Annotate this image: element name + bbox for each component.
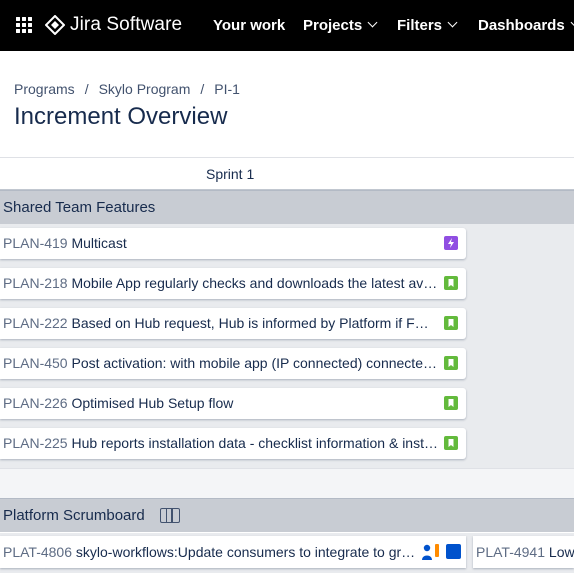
- issue-card[interactable]: PLAT-4941 Low: [473, 536, 574, 568]
- page-title: Increment Overview: [14, 103, 228, 130]
- chevron-down-icon: [570, 17, 574, 28]
- epic-lightning-icon: [444, 236, 458, 250]
- issue-card[interactable]: PLAT-4806 skylo-workflows:Update consume…: [0, 536, 466, 568]
- sprint-label: Sprint 1: [206, 166, 255, 182]
- swimlane-divider: [0, 468, 574, 498]
- issue-summary: Multicast: [71, 235, 127, 251]
- breadcrumb-pi-1[interactable]: PI-1: [214, 81, 240, 97]
- nav-filters[interactable]: Filters: [397, 0, 458, 51]
- issue-key[interactable]: PLAN-419: [3, 235, 68, 251]
- nav-projects-label: Projects: [303, 17, 363, 34]
- issue-card[interactable]: PLAN-450 Post activation: with mobile ap…: [0, 348, 466, 379]
- story-bookmark-icon: [444, 316, 458, 330]
- chevron-down-icon: [447, 17, 458, 28]
- jira-logo[interactable]: Jira Software: [45, 14, 182, 36]
- breadcrumb-skylo-program[interactable]: Skylo Program: [99, 81, 191, 97]
- jira-diamond-icon: [45, 15, 65, 35]
- breadcrumb: Programs / Skylo Program / PI-1: [14, 81, 240, 97]
- issue-key[interactable]: PLAN-225: [3, 435, 68, 451]
- nav-your-work[interactable]: Your work: [213, 0, 285, 51]
- app-switcher-icon[interactable]: [16, 17, 32, 33]
- issue-key[interactable]: PLAT-4806: [3, 544, 72, 560]
- issue-summary: Post activation: with mobile app (IP con…: [71, 355, 437, 371]
- issue-key[interactable]: PLAN-226: [3, 395, 68, 411]
- nav-your-work-label: Your work: [213, 17, 286, 34]
- issue-card[interactable]: PLAN-419 Multicast: [0, 228, 466, 259]
- story-bookmark-icon: [444, 276, 458, 290]
- breadcrumb-separator: /: [84, 81, 89, 97]
- swimlane-title: Shared Team Features: [3, 199, 156, 216]
- nav-projects[interactable]: Projects: [303, 0, 378, 51]
- story-bookmark-icon: [444, 356, 458, 370]
- app-name: Jira Software: [70, 14, 183, 35]
- swimlane-header-platform-scrumboard[interactable]: Platform Scrumboard: [0, 498, 574, 532]
- issue-key[interactable]: PLAN-218: [3, 275, 68, 291]
- breadcrumb-programs[interactable]: Programs: [14, 81, 75, 97]
- chevron-down-icon: [367, 17, 378, 28]
- issue-key[interactable]: PLAN-222: [3, 315, 68, 331]
- nav-filters-label: Filters: [397, 17, 443, 34]
- issue-card[interactable]: PLAN-226 Optimised Hub Setup flow: [0, 388, 466, 419]
- issue-card[interactable]: PLAN-225 Hub reports installation data -…: [0, 428, 466, 459]
- story-bookmark-icon: [444, 396, 458, 410]
- user-avatar-icon: [422, 544, 439, 560]
- issue-summary: Based on Hub request, Hub is informed by…: [71, 315, 429, 331]
- issue-key[interactable]: PLAN-450: [3, 355, 68, 371]
- issue-summary: Hub reports installation data - checklis…: [71, 435, 438, 451]
- issue-summary: Optimised Hub Setup flow: [71, 395, 234, 411]
- swimlane-title: Platform Scrumboard: [3, 507, 145, 524]
- issue-key[interactable]: PLAT-4941: [476, 544, 545, 560]
- issue-summary: Low: [548, 544, 574, 560]
- issue-summary: skylo-workflows:Update consumers to inte…: [75, 544, 416, 560]
- story-bookmark-icon: [444, 436, 458, 450]
- issue-summary: Mobile App regularly checks and download…: [71, 275, 438, 291]
- sprint-column-header: Sprint 1: [0, 157, 574, 190]
- top-navigation-bar: Jira Software Your work Projects Filters…: [0, 0, 574, 51]
- task-type-icon: [446, 544, 461, 559]
- breadcrumb-separator: /: [200, 81, 205, 97]
- issue-card[interactable]: PLAN-218 Mobile App regularly checks and…: [0, 268, 466, 299]
- platform-scrumboard-swimlane: PLAT-4806 skylo-workflows:Update consume…: [0, 533, 574, 573]
- board-icon[interactable]: [160, 508, 180, 523]
- nav-dashboards[interactable]: Dashboards: [478, 0, 574, 51]
- swimlane-header-shared-team-features[interactable]: Shared Team Features: [0, 190, 574, 224]
- nav-dashboards-label: Dashboards: [478, 17, 565, 34]
- issue-card[interactable]: PLAN-222 Based on Hub request, Hub is in…: [0, 308, 466, 339]
